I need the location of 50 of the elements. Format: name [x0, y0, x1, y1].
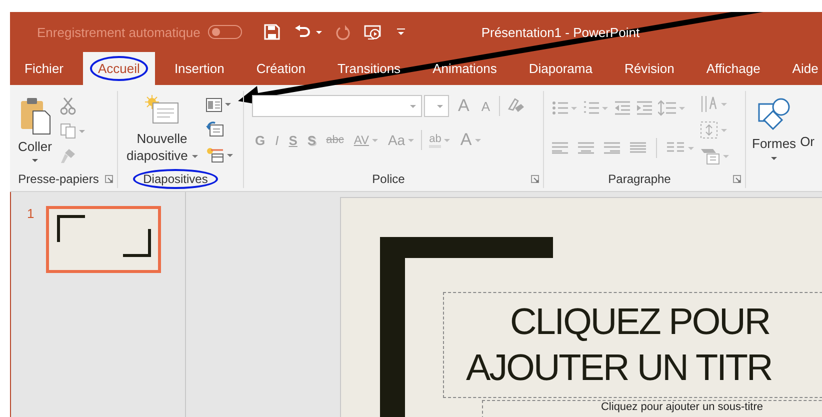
ribbon-tab[interactable]: Fichier — [12, 52, 76, 85]
slide-number: 1 — [27, 206, 34, 223]
autosave-toggle[interactable] — [208, 25, 242, 39]
section-icon[interactable] — [206, 147, 224, 164]
caret-icon[interactable] — [316, 30, 322, 34]
paste-button[interactable]: Coller — [14, 91, 56, 170]
group-label: Paragraphe — [607, 171, 672, 188]
ribbon-tab[interactable]: Accueil — [83, 52, 155, 85]
launcher-icon[interactable] — [531, 175, 539, 183]
customize-icon[interactable] — [396, 27, 406, 37]
ribbon-tab[interactable]: Transitions — [324, 52, 414, 85]
subtitle-text: Cliquez pour ajouter un sous-titre — [600, 401, 764, 413]
clipboard-icon — [18, 97, 51, 135]
new-slide-button[interactable]: Nouvelle diapositive — [122, 91, 202, 170]
reset-slide-icon[interactable] — [206, 121, 224, 138]
launcher-icon[interactable] — [105, 175, 113, 183]
ribbon-tab[interactable]: Animations — [420, 52, 510, 85]
redo-icon[interactable] — [336, 24, 350, 40]
caret-icon[interactable] — [32, 159, 38, 162]
autosave-label: Enregistrement automatique — [37, 24, 200, 40]
undo-icon[interactable] — [294, 25, 310, 39]
save-icon[interactable] — [264, 24, 280, 40]
arrange-button[interactable]: Or — [800, 134, 815, 149]
format-painter-icon[interactable] — [60, 148, 76, 164]
layout-icon[interactable] — [206, 98, 222, 112]
scissors-icon[interactable] — [60, 97, 76, 116]
shapes-button[interactable]: Formes — [748, 93, 800, 186]
launcher-icon[interactable] — [733, 175, 741, 183]
ribbon-tab[interactable]: Création — [244, 52, 318, 85]
group-label: Police — [371, 171, 406, 188]
ribbon-tab[interactable]: Affichage — [694, 52, 773, 85]
new-slide-icon — [145, 95, 179, 125]
shapes-icon — [757, 97, 792, 131]
title-placeholder[interactable]: CLIQUEZ POUR AJOUTER UN TITR — [443, 292, 822, 398]
caret-icon[interactable] — [225, 103, 231, 106]
copy-icon[interactable] — [60, 123, 76, 140]
group-label: Diapositives — [133, 169, 218, 189]
title-text: CLIQUEZ POUR — [510, 300, 770, 344]
ribbon-tab[interactable]: Révision — [612, 52, 687, 85]
title-text: AJOUTER UN TITR — [466, 346, 772, 390]
caret-icon[interactable] — [771, 157, 778, 160]
caret-icon[interactable] — [227, 154, 233, 157]
ribbon-tab[interactable]: Diaporama — [516, 52, 605, 85]
slide-thumbnail[interactable] — [46, 206, 162, 273]
subtitle-placeholder[interactable]: Cliquez pour ajouter un sous-titre — [482, 400, 822, 417]
ribbon-tab[interactable]: Aide — [780, 52, 822, 85]
group-label: Presse-papiers — [17, 171, 100, 188]
slideshow-icon[interactable] — [364, 24, 382, 40]
caret-icon[interactable] — [192, 155, 198, 158]
ribbon-tab[interactable]: Insertion — [162, 52, 237, 85]
